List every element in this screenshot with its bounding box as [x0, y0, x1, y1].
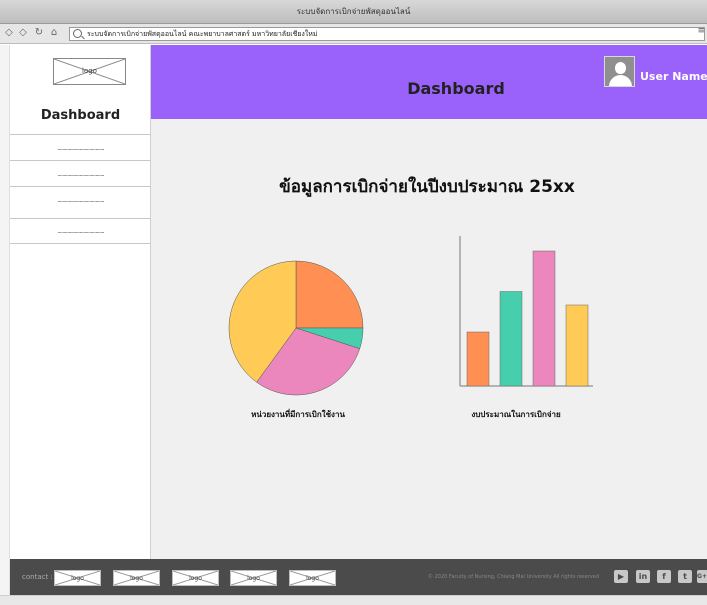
bar-1: [466, 331, 490, 387]
footer-logo-text: logo: [71, 575, 84, 582]
pie-slice-1: [295, 260, 364, 329]
sidebar-item-1[interactable]: ......................................: [10, 134, 151, 160]
sidebar-logo[interactable]: logo: [53, 58, 126, 85]
address-bar[interactable]: ระบบจัดการเบิกจ่ายพัสดุออนไลน์ คณะพยาบาล…: [69, 27, 705, 41]
avatar[interactable]: [604, 56, 635, 87]
window-title: ระบบจัดการเบิกจ่ายพัสดุออนไลน์: [296, 7, 411, 16]
footer-logo-text: logo: [306, 575, 319, 582]
footer-logo-1[interactable]: logo: [54, 570, 101, 586]
reload-icon[interactable]: ↻: [33, 27, 45, 39]
bar-4: [565, 304, 589, 387]
bar-3: [532, 250, 556, 387]
user-avatar-icon: [615, 62, 626, 74]
user-name[interactable]: User Name: [640, 70, 707, 83]
footer-logo-2[interactable]: logo: [113, 570, 160, 586]
bar-chart: [459, 236, 593, 387]
sidebar-menu: ...................................... .…: [10, 134, 151, 244]
pie-chart: [228, 260, 364, 396]
footer-contact-label: contact :: [22, 573, 53, 581]
main-title: ข้อมูลการเบิกจ่ายในปีงบประมาณ 25xx: [279, 177, 575, 197]
youtube-icon[interactable]: ▶: [614, 570, 628, 583]
address-url: ระบบจัดการเบิกจ่ายพัสดุออนไลน์ คณะพยาบาล…: [87, 30, 318, 38]
sidebar-item-2[interactable]: ......................................: [10, 160, 151, 186]
footer-logo-text: logo: [189, 575, 202, 582]
footer-copyright: © 2020 Faculty of Nursing, Chiang Mai Un…: [428, 574, 600, 580]
footer-logo-text: logo: [130, 575, 143, 582]
footer-logo-3[interactable]: logo: [172, 570, 219, 586]
forward-icon[interactable]: ◇: [17, 27, 29, 39]
pie-chart-label: หน่วยงานที่มีการเบิกใช้งาน: [251, 410, 345, 419]
back-icon[interactable]: ◇: [3, 27, 15, 39]
header: Dashboard User Name: [151, 45, 707, 119]
bar-chart-label: งบประมาณในการเบิกจ่าย: [471, 410, 561, 419]
menu-icon[interactable]: ≡: [697, 26, 705, 36]
twitter-icon[interactable]: t: [678, 570, 692, 583]
sidebar: logo Dashboard .........................…: [10, 45, 151, 559]
sidebar-item-3[interactable]: ......................................: [10, 186, 151, 212]
window-edge: [0, 45, 10, 595]
footer-logo-4[interactable]: logo: [230, 570, 277, 586]
home-icon[interactable]: ⌂: [48, 27, 60, 39]
window-titlebar: ระบบจัดการเบิกจ่ายพัสดุออนไลน์: [0, 0, 707, 24]
google-plus-icon[interactable]: G+: [697, 570, 707, 583]
logo-text: logo: [82, 67, 97, 75]
linkedin-icon[interactable]: in: [636, 570, 650, 583]
browser-toolbar: ◇ ◇ ↻ ⌂ ระบบจัดการเบิกจ่ายพัสดุออนไลน์ ค…: [0, 24, 707, 44]
footer: contact : logo logo logo logo logo © 202…: [10, 559, 707, 595]
sidebar-item-4[interactable]: ......................................: [10, 218, 151, 244]
footer-logo-5[interactable]: logo: [289, 570, 336, 586]
facebook-icon[interactable]: f: [657, 570, 671, 583]
bar-2: [499, 291, 523, 387]
footer-logo-text: logo: [247, 575, 260, 582]
window-bottom-edge: [0, 595, 707, 605]
search-icon: [73, 29, 82, 38]
main-content: ข้อมูลการเบิกจ่ายในปีงบประมาณ 25xx หน่วย…: [151, 119, 707, 559]
sidebar-title: Dashboard: [40, 108, 121, 123]
